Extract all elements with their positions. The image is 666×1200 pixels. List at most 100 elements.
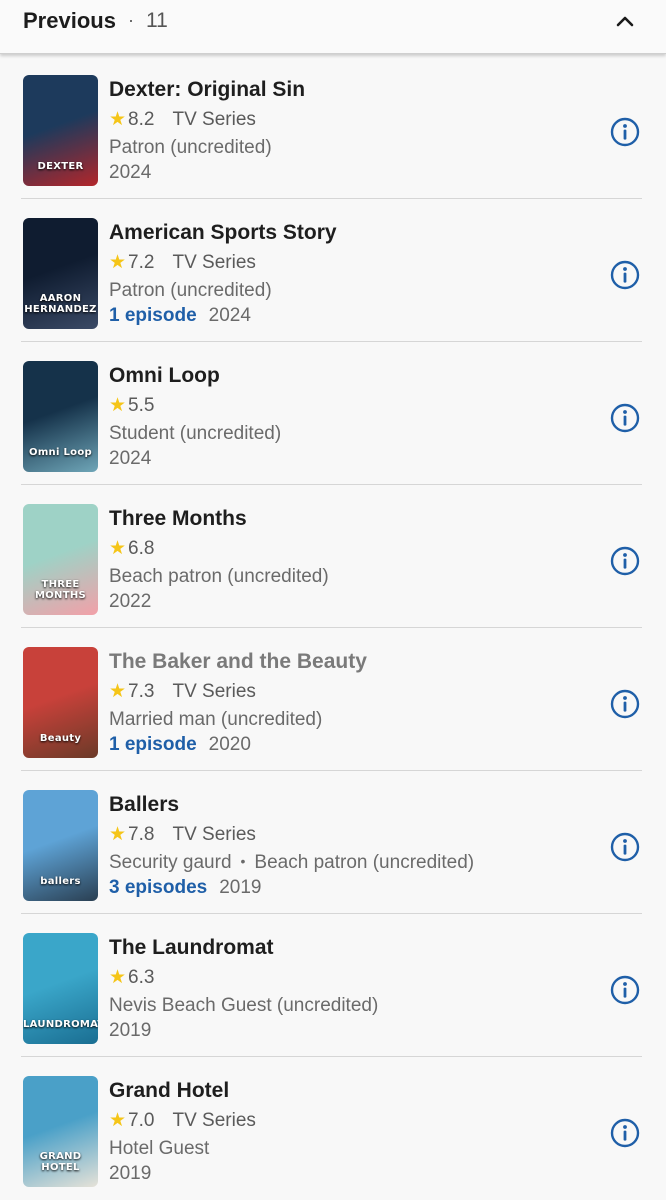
info-icon[interactable] — [609, 974, 641, 1006]
episode-year-row: 2024 — [109, 162, 151, 184]
info-icon[interactable] — [609, 116, 641, 148]
rating-value: 7.8 — [128, 824, 155, 845]
poster-title-art: LAUNDROMAT — [23, 1019, 98, 1030]
item-title[interactable]: Omni Loop — [109, 364, 220, 388]
title-type: TV Series — [172, 109, 256, 130]
role-row: Patron (uncredited) — [109, 137, 272, 159]
info-icon[interactable] — [609, 402, 641, 434]
star-icon: ★ — [109, 109, 127, 130]
release-year: 2020 — [208, 734, 251, 755]
poster-image[interactable]: GRAND HOTEL — [23, 1076, 98, 1187]
poster-title-art: GRAND HOTEL — [39, 1151, 82, 1173]
episode-year-row: 2019 — [109, 1020, 151, 1042]
role-separator: • — [240, 853, 246, 869]
rating-row: ★ 7.2 TV Series — [109, 251, 256, 274]
chevron-up-icon[interactable] — [610, 6, 640, 36]
item-title[interactable]: Three Months — [109, 507, 247, 531]
poster-image[interactable]: THREE MONTHS — [23, 504, 98, 615]
section-title: Previous — [23, 8, 116, 33]
rating-row: ★ 6.8 — [109, 537, 154, 560]
title-type: TV Series — [172, 252, 256, 273]
role-row: Patron (uncredited) — [109, 280, 272, 302]
episodes-link[interactable]: 3 episodes — [109, 877, 207, 898]
poster-image[interactable]: DEXTER — [23, 75, 98, 186]
info-icon[interactable] — [609, 545, 641, 577]
list-item[interactable]: ballers Ballers ★ 7.8 TV Series Security ga… — [21, 771, 642, 914]
role-row: Married man (uncredited) — [109, 709, 322, 731]
poster-title-art: ballers — [40, 876, 81, 887]
role-row: Security gaurd • Beach patron (uncredited) — [109, 852, 474, 874]
info-icon[interactable] — [609, 688, 641, 720]
list-item[interactable]: DEXTER Dexter: Original Sin ★ 8.2 TV Serie… — [21, 56, 642, 199]
item-title[interactable]: The Baker and the Beauty — [109, 650, 367, 674]
release-year: 2019 — [109, 1020, 152, 1041]
poster-image[interactable]: Beauty — [23, 647, 98, 758]
episodes-link[interactable]: 1 episode — [109, 734, 197, 755]
role-row: Beach patron (uncredited) — [109, 566, 329, 588]
poster-title-art: AARON HERNANDEZ — [24, 293, 97, 315]
release-year: 2024 — [109, 448, 152, 469]
list-item[interactable]: Beauty The Baker and the Beauty ★ 7.3 TV S… — [21, 628, 642, 771]
role-text: Student (uncredited) — [109, 423, 282, 444]
poster-title-art: DEXTER — [37, 161, 84, 172]
star-icon: ★ — [109, 1110, 127, 1131]
title-type: TV Series — [172, 1110, 256, 1131]
rating-row: ★ 6.3 — [109, 966, 154, 989]
rating-row: ★ 7.3 TV Series — [109, 680, 256, 703]
list-item[interactable]: THREE MONTHS Three Months ★ 6.8 Beach patr… — [21, 485, 642, 628]
star-icon: ★ — [109, 681, 127, 702]
rating-value: 7.3 — [128, 681, 155, 702]
info-icon[interactable] — [609, 1117, 641, 1149]
star-icon: ★ — [109, 538, 127, 559]
title-separator: · — [128, 10, 134, 30]
role-text: Beach patron (uncredited) — [109, 566, 329, 587]
episode-year-row: 3 episodes 2019 — [109, 877, 262, 899]
poster-image[interactable]: LAUNDROMAT — [23, 933, 98, 1044]
filmography-list: DEXTER Dexter: Original Sin ★ 8.2 TV Serie… — [0, 56, 666, 1200]
title-type: TV Series — [172, 824, 256, 845]
poster-image[interactable]: ballers — [23, 790, 98, 901]
role-text: Beach patron (uncredited) — [254, 852, 475, 873]
role-row: Hotel Guest — [109, 1138, 209, 1160]
star-icon: ★ — [109, 967, 127, 988]
release-year: 2024 — [109, 162, 152, 183]
info-icon[interactable] — [609, 831, 641, 863]
item-title[interactable]: Ballers — [109, 793, 179, 817]
info-icon[interactable] — [609, 259, 641, 291]
release-year: 2024 — [208, 305, 251, 326]
role-text: Hotel Guest — [109, 1138, 210, 1159]
rating-value: 8.2 — [128, 109, 155, 130]
release-year: 2019 — [109, 1163, 152, 1184]
list-item[interactable]: AARON HERNANDEZ American Sports Story ★ 7… — [21, 199, 642, 342]
episode-year-row: 1 episode 2024 — [109, 305, 251, 327]
release-year: 2019 — [219, 877, 262, 898]
item-title[interactable]: The Laundromat — [109, 936, 274, 960]
list-item[interactable]: LAUNDROMAT The Laundromat ★ 6.3 Nevis Beac… — [21, 914, 642, 1057]
item-title[interactable]: Dexter: Original Sin — [109, 78, 305, 102]
star-icon: ★ — [109, 824, 127, 845]
role-text: Nevis Beach Guest (uncredited) — [109, 995, 379, 1016]
star-icon: ★ — [109, 252, 127, 273]
rating-row: ★ 5.5 — [109, 394, 154, 417]
role-text: Patron (uncredited) — [109, 137, 272, 158]
section-header[interactable]: Previous · 11 — [0, 0, 666, 54]
title-type: TV Series — [172, 681, 256, 702]
episode-year-row: 2019 — [109, 1163, 151, 1185]
rating-value: 6.8 — [128, 538, 155, 559]
role-text: Security gaurd — [109, 852, 232, 873]
poster-image[interactable]: Omni Loop — [23, 361, 98, 472]
list-item[interactable]: Omni Loop Omni Loop ★ 5.5 Student (uncredi… — [21, 342, 642, 485]
poster-image[interactable]: AARON HERNANDEZ — [23, 218, 98, 329]
episode-year-row: 2022 — [109, 591, 151, 613]
role-row: Student (uncredited) — [109, 423, 281, 445]
item-title[interactable]: American Sports Story — [109, 221, 337, 245]
release-year: 2022 — [109, 591, 152, 612]
item-count: 11 — [146, 9, 168, 32]
role-text: Patron (uncredited) — [109, 280, 272, 301]
episodes-link[interactable]: 1 episode — [109, 305, 197, 326]
poster-title-art: THREE MONTHS — [34, 579, 86, 601]
list-item[interactable]: GRAND HOTEL Grand Hotel ★ 7.0 TV Series Hot… — [21, 1057, 642, 1200]
rating-row: ★ 7.0 TV Series — [109, 1109, 256, 1132]
rating-value: 7.0 — [128, 1110, 155, 1131]
item-title[interactable]: Grand Hotel — [109, 1079, 229, 1103]
